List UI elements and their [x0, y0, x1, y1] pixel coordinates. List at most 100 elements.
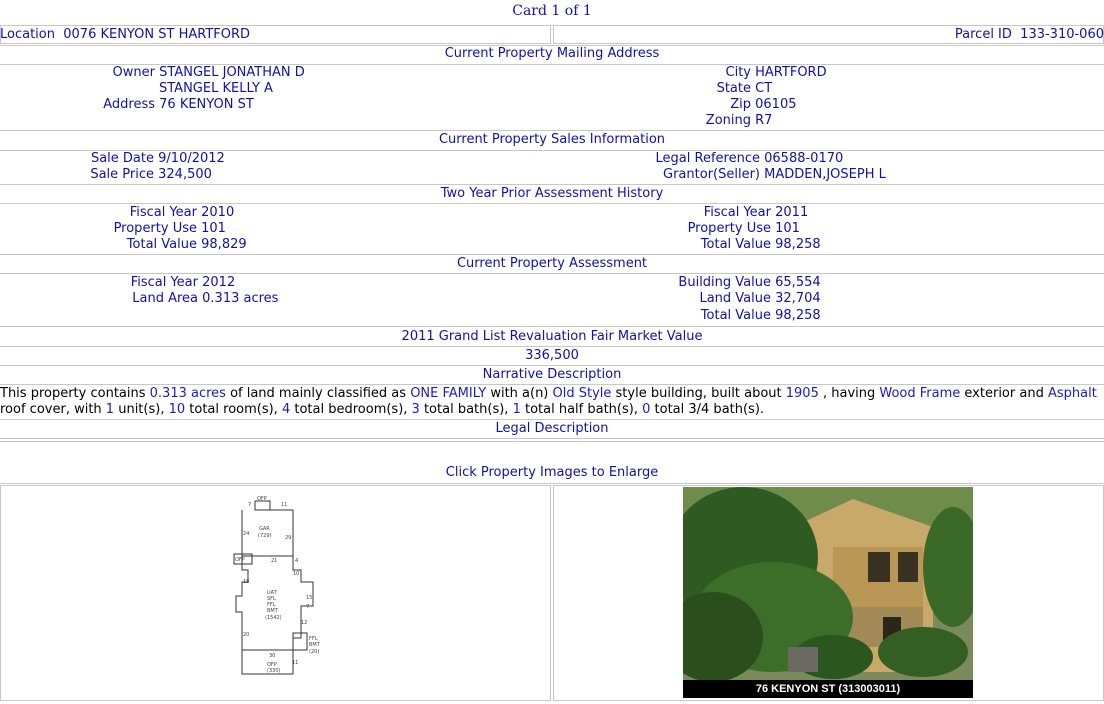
land-value-label: Land Value — [699, 291, 771, 306]
narrative-header: Narrative Description — [482, 367, 622, 382]
city-row: City HARTFORD — [600, 65, 827, 80]
narr-class: ONE FAMILY — [410, 386, 487, 401]
city-value: HARTFORD — [755, 65, 827, 80]
revaluation-value: 336,500 — [525, 348, 579, 363]
hist-left-fy-value: 2010 — [201, 205, 235, 220]
hist-right-total-label: Total Value — [700, 237, 771, 252]
land-value-row: Land Value 32,704 — [600, 291, 821, 306]
address-label: Address — [103, 97, 155, 112]
legal-ref-value: 06588-0170 — [764, 151, 844, 166]
land-area-row: Land Area 0.313 acres — [0, 291, 278, 306]
revaluation-header: 2011 Grand List Revaluation Fair Market … — [401, 329, 703, 344]
narr-baths: 3 — [411, 402, 420, 417]
grantor-row: Grantor(Seller) MADDEN,JOSEPH L — [600, 167, 886, 182]
zoning-value: R7 — [755, 113, 773, 128]
svg-text:4: 4 — [295, 558, 298, 564]
parcel-value: 133-310-060 — [1020, 27, 1104, 42]
narr-bedrooms: 4 — [281, 402, 291, 417]
narr-exterior: Wood Frame — [879, 386, 961, 401]
svg-text:18: 18 — [243, 579, 249, 585]
address-value: 76 KENYON ST — [159, 97, 254, 112]
svg-text:(729): (729) — [258, 533, 271, 539]
svg-text:29: 29 — [285, 535, 291, 541]
sketch-label: OFP — [257, 496, 267, 502]
assess-fy-value: 2012 — [202, 275, 236, 290]
city-label: City — [725, 65, 751, 80]
svg-text:BMT: BMT — [267, 608, 279, 614]
building-value-label: Building Value — [678, 275, 771, 290]
assess-total-row: Total Value 98,258 — [600, 308, 821, 323]
narr-units: 1 — [105, 402, 115, 417]
location-label: Location — [0, 27, 55, 42]
photo-caption: 76 KENYON ST (313003011) — [683, 680, 973, 698]
narrative-text: This property contains 0.313 acres of la… — [0, 386, 1097, 417]
svg-text:BMT: BMT — [309, 642, 321, 648]
legal-ref-label: Legal Reference — [655, 151, 760, 166]
land-area-value: 0.313 acres — [202, 291, 279, 306]
building-sketch[interactable]: OFP 11 7 GAR (729) 24 29 21 4 OFP 10 18 … — [1, 486, 552, 700]
assess-fy-label: Fiscal Year — [130, 275, 198, 290]
svg-text:10: 10 — [293, 571, 299, 577]
parcel-field: Parcel ID 133-310-060 — [955, 27, 1104, 42]
assessment-header: Current Property Assessment — [456, 256, 648, 271]
svg-text:(330): (330) — [267, 668, 280, 674]
narr-roof: Asphalt — [1047, 386, 1097, 401]
hist-right-fy-value: 2011 — [775, 205, 809, 220]
property-photo[interactable] — [683, 487, 973, 680]
narr-half-baths: 1 — [512, 402, 521, 417]
sale-date-value: 9/10/2012 — [158, 151, 225, 166]
svg-text:24: 24 — [243, 531, 249, 537]
sale-price-label: Sale Price — [90, 167, 154, 182]
owner-2: STANGEL KELLY A — [159, 81, 273, 96]
card-title: Card 1 of 1 — [512, 3, 592, 19]
sketch-cell[interactable]: OFP 11 7 GAR (729) 24 29 21 4 OFP 10 18 … — [0, 485, 551, 701]
images-header: Click Property Images to Enlarge — [445, 465, 659, 480]
assess-fy-row: Fiscal Year 2012 — [0, 275, 236, 290]
state-value: CT — [755, 81, 773, 96]
address-row: Address 76 KENYON ST — [0, 97, 254, 112]
svg-text:30: 30 — [269, 653, 275, 659]
legal-header: Legal Description — [495, 421, 609, 436]
zoning-row: Zoning R7 — [600, 113, 773, 128]
svg-text:12: 12 — [301, 620, 307, 626]
narr-acres: 0.313 acres — [149, 386, 226, 401]
hist-right-fy-label: Fiscal Year — [703, 205, 771, 220]
sale-price-row: Sale Price 324,500 — [0, 167, 212, 182]
hist-left-total-row: Total Value 98,829 — [0, 237, 247, 252]
owner-label: Owner — [112, 65, 155, 80]
sale-date-row: Sale Date 9/10/2012 — [0, 151, 225, 166]
location-value: 0076 KENYON ST HARTFORD — [63, 27, 251, 42]
narr-year: 1905 — [785, 386, 819, 401]
legal-ref-row: Legal Reference 06588-0170 — [600, 151, 844, 166]
svg-text:15: 15 — [306, 595, 312, 601]
hist-left-use-row: Property Use 101 — [0, 221, 226, 236]
hist-left-total-label: Total Value — [126, 237, 197, 252]
svg-text:20: 20 — [243, 632, 249, 638]
hist-right-fy-row: Fiscal Year 2011 — [600, 205, 809, 220]
hist-left-use-value: 101 — [201, 221, 226, 236]
svg-text:7: 7 — [306, 604, 309, 610]
svg-text:7: 7 — [248, 502, 251, 508]
zip-value: 06105 — [755, 97, 797, 112]
parcel-label: Parcel ID — [954, 27, 1012, 42]
svg-text:GAR: GAR — [259, 526, 270, 532]
land-area-label: Land Area — [132, 291, 198, 306]
svg-text:11: 11 — [292, 660, 298, 666]
hist-right-use-label: Property Use — [687, 221, 771, 236]
grantor-label: Grantor(Seller) — [663, 167, 760, 182]
sale-price-value: 324,500 — [158, 167, 212, 182]
zip-label: Zip — [730, 97, 751, 112]
zip-row: Zip 06105 — [600, 97, 797, 112]
history-header: Two Year Prior Assessment History — [440, 186, 664, 201]
assess-total-label: Total Value — [700, 308, 771, 323]
svg-text:OFP: OFP — [235, 557, 245, 563]
hist-right-use-value: 101 — [775, 221, 800, 236]
hist-left-fy-row: Fiscal Year 2010 — [0, 205, 235, 220]
land-value: 32,704 — [775, 291, 821, 306]
sales-header: Current Property Sales Information — [438, 132, 666, 147]
assess-total-value: 98,258 — [775, 308, 821, 323]
svg-text:21: 21 — [271, 558, 277, 564]
sale-date-label: Sale Date — [90, 151, 154, 166]
mailing-header: Current Property Mailing Address — [444, 46, 660, 61]
narr-rooms: 10 — [168, 402, 186, 417]
